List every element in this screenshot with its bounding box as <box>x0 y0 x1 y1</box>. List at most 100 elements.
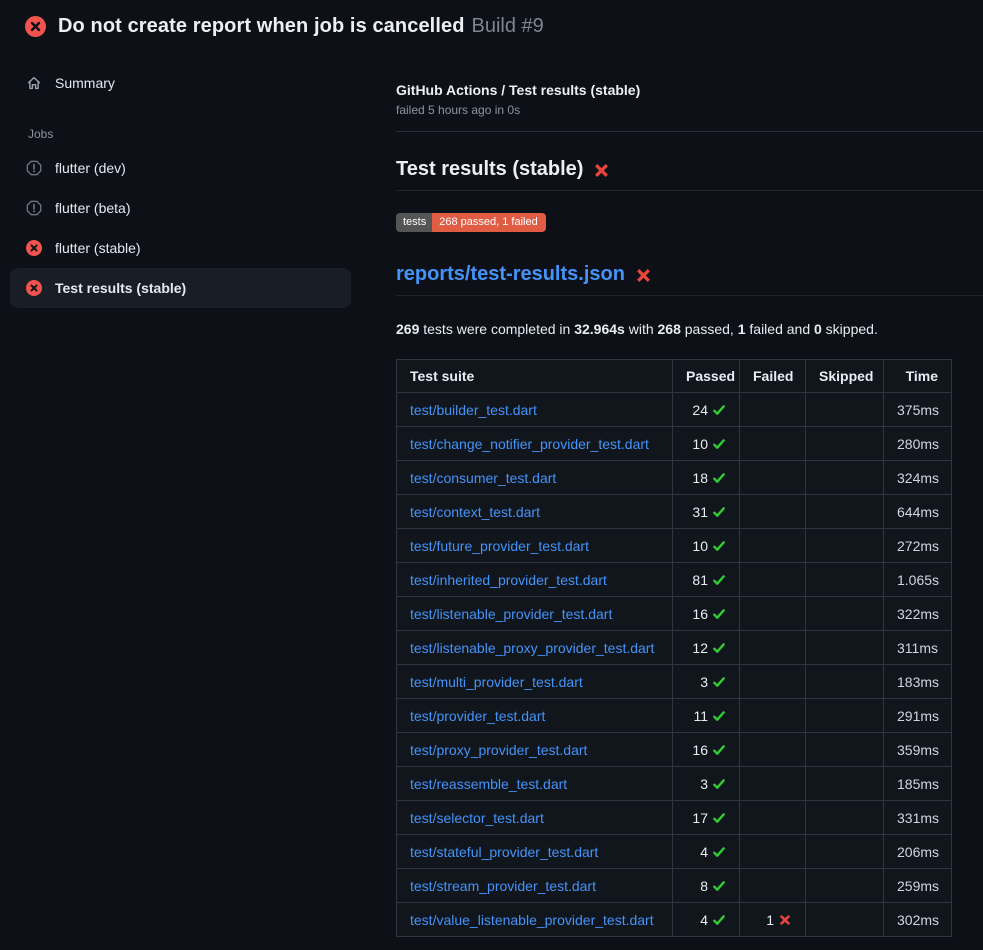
time-cell: 206ms <box>884 835 952 869</box>
table-header-row: Test suite Passed Failed Skipped Time <box>397 360 952 393</box>
check-icon <box>712 777 726 791</box>
failed-cell <box>740 767 806 801</box>
test-suite-link[interactable]: test/listenable_provider_test.dart <box>410 606 612 622</box>
suite-cell: test/listenable_provider_test.dart <box>397 597 673 631</box>
tests-badge: tests 268 passed, 1 failed <box>396 213 546 232</box>
skipped-cell <box>806 733 884 767</box>
suite-cell: test/value_listenable_provider_test.dart <box>397 903 673 937</box>
skipped-cell <box>806 835 884 869</box>
skipped-cell <box>806 631 884 665</box>
suite-cell: test/builder_test.dart <box>397 393 673 427</box>
test-suite-link[interactable]: test/multi_provider_test.dart <box>410 674 583 690</box>
stale-status-icon <box>26 160 42 176</box>
test-suite-link[interactable]: test/future_provider_test.dart <box>410 538 589 554</box>
test-suite-link[interactable]: test/builder_test.dart <box>410 402 537 418</box>
check-icon <box>712 403 726 417</box>
time-cell: 291ms <box>884 699 952 733</box>
skipped-cell <box>806 393 884 427</box>
breadcrumb: GitHub Actions / Test results (stable) <box>396 82 983 98</box>
table-row: test/stateful_provider_test.dart4206ms <box>397 835 952 869</box>
passed-count: 268 <box>658 321 681 337</box>
skipped-cell <box>806 495 884 529</box>
failed-status-icon <box>26 240 42 256</box>
test-suite-link[interactable]: test/change_notifier_provider_test.dart <box>410 436 649 452</box>
workflow-run-name: Do not create report when job is cancell… <box>58 15 465 37</box>
run-status-text: failed 5 hours ago in 0s <box>396 103 983 117</box>
test-summary-text: 269 tests were completed in 32.964s with… <box>396 321 983 337</box>
table-row: test/change_notifier_provider_test.dart1… <box>397 427 952 461</box>
sidebar-item-flutter-beta[interactable]: flutter (beta) <box>10 188 351 228</box>
passed-cell: 4 <box>673 903 740 937</box>
test-suite-link[interactable]: test/stateful_provider_test.dart <box>410 844 598 860</box>
check-icon <box>712 743 726 757</box>
time-cell: 1.065s <box>884 563 952 597</box>
test-suite-link[interactable]: test/provider_test.dart <box>410 708 545 724</box>
failed-cell <box>740 869 806 903</box>
passed-cell: 31 <box>673 495 740 529</box>
build-number: Build #9 <box>472 15 544 37</box>
cross-icon <box>778 913 792 927</box>
failed-cell: 1 <box>740 903 806 937</box>
suite-cell: test/provider_test.dart <box>397 699 673 733</box>
test-results-table: Test suite Passed Failed Skipped Time te… <box>396 359 952 937</box>
passed-cell: 18 <box>673 461 740 495</box>
suite-cell: test/selector_test.dart <box>397 801 673 835</box>
sidebar-item-label: Test results (stable) <box>55 280 186 296</box>
time-cell: 280ms <box>884 427 952 461</box>
passed-cell: 3 <box>673 665 740 699</box>
check-icon <box>712 845 726 859</box>
sidebar-item-flutter-dev[interactable]: flutter (dev) <box>10 148 351 188</box>
test-suite-link[interactable]: test/stream_provider_test.dart <box>410 878 596 894</box>
skipped-count: 0 <box>814 321 822 337</box>
total-count: 269 <box>396 321 419 337</box>
test-suite-link[interactable]: test/selector_test.dart <box>410 810 544 826</box>
report-heading: reports/test-results.json <box>396 263 983 296</box>
passed-cell: 8 <box>673 869 740 903</box>
passed-cell: 3 <box>673 767 740 801</box>
failed-cell <box>740 699 806 733</box>
failed-count: 1 <box>738 321 746 337</box>
table-row: test/provider_test.dart 11 291ms <box>397 699 952 733</box>
test-suite-link[interactable]: test/proxy_provider_test.dart <box>410 742 587 758</box>
skipped-cell <box>806 767 884 801</box>
check-icon <box>712 913 726 927</box>
skipped-cell <box>806 903 884 937</box>
sidebar-item-label: flutter (stable) <box>55 240 141 256</box>
test-suite-link[interactable]: test/reassemble_test.dart <box>410 776 567 792</box>
sidebar-item-test-results-stable[interactable]: Test results (stable) <box>10 268 351 308</box>
sidebar-item-summary[interactable]: Summary <box>10 63 351 103</box>
passed-cell: 16 <box>673 733 740 767</box>
sidebar-item-flutter-stable[interactable]: flutter (stable) <box>10 228 351 268</box>
column-header-passed: Passed <box>673 360 740 393</box>
test-suite-link[interactable]: test/consumer_test.dart <box>410 470 556 486</box>
table-row: test/context_test.dart31644ms <box>397 495 952 529</box>
test-suite-link[interactable]: test/listenable_proxy_provider_test.dart <box>410 640 654 656</box>
skipped-cell <box>806 699 884 733</box>
suite-cell: test/context_test.dart <box>397 495 673 529</box>
table-row: test/selector_test.dart17331ms <box>397 801 952 835</box>
table-row: test/proxy_provider_test.dart16359ms <box>397 733 952 767</box>
jobs-section-label: Jobs <box>28 127 351 141</box>
time-cell: 185ms <box>884 767 952 801</box>
time-cell: 375ms <box>884 393 952 427</box>
test-suite-link[interactable]: test/inherited_provider_test.dart <box>410 572 607 588</box>
test-suite-link[interactable]: test/value_listenable_provider_test.dart <box>410 912 654 928</box>
report-file-link[interactable]: reports/test-results.json <box>396 263 625 286</box>
check-icon <box>712 573 726 587</box>
table-row: test/consumer_test.dart18324ms <box>397 461 952 495</box>
check-icon <box>712 675 726 689</box>
failed-cell <box>740 495 806 529</box>
column-header-failed: Failed <box>740 360 806 393</box>
check-icon <box>712 539 726 553</box>
check-icon <box>712 471 726 485</box>
time-cell: 311ms <box>884 631 952 665</box>
failed-status-icon <box>25 16 46 37</box>
time-cell: 302ms <box>884 903 952 937</box>
time-cell: 322ms <box>884 597 952 631</box>
sidebar-item-label: flutter (beta) <box>55 200 130 216</box>
column-header-skipped: Skipped <box>806 360 884 393</box>
failed-cell <box>740 461 806 495</box>
skipped-cell <box>806 427 884 461</box>
passed-cell: 11 <box>673 699 740 733</box>
test-suite-link[interactable]: test/context_test.dart <box>410 504 540 520</box>
